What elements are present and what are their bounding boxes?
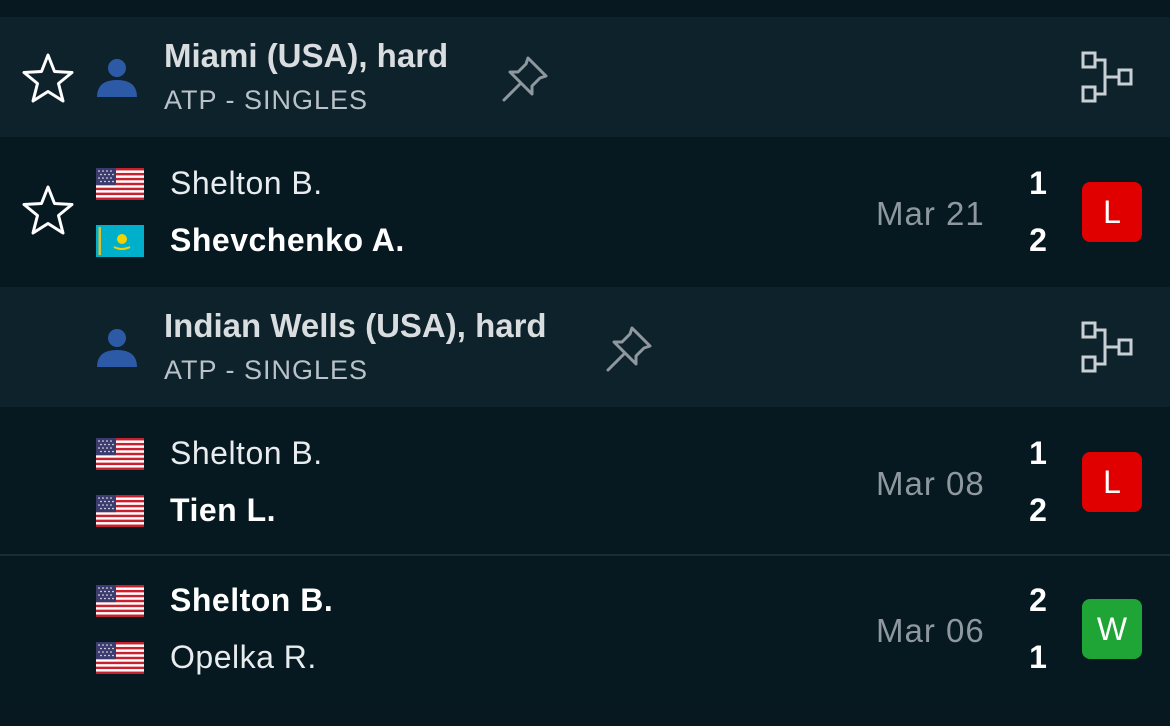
usa-flag-icon	[96, 438, 144, 470]
pin-icon[interactable]	[498, 52, 552, 106]
player-away-name: Tien L.	[170, 492, 277, 528]
tournament-header-indian-wells[interactable]: Indian Wells (USA), hard ATP - SINGLES	[0, 287, 1170, 407]
usa-flag-icon	[96, 585, 144, 617]
star-icon[interactable]	[20, 183, 76, 239]
match-date: Mar 21	[876, 195, 985, 232]
tournament-name[interactable]: Miami (USA), hard	[164, 37, 448, 75]
pin-icon[interactable]	[602, 322, 656, 376]
bracket-icon[interactable]	[1077, 47, 1137, 107]
usa-flag-icon	[96, 495, 144, 527]
tournament-category: ATP - SINGLES	[164, 355, 369, 385]
tournament-header-miami[interactable]: Miami (USA), hard ATP - SINGLES	[0, 17, 1170, 137]
away-score: 2	[1029, 492, 1047, 528]
result-badge: L	[1082, 182, 1142, 242]
match-row[interactable]: Shelton B. Opelka R. Mar 06 2 1 W	[0, 556, 1170, 704]
away-score: 2	[1029, 222, 1047, 258]
player-away-name: Opelka R.	[170, 639, 317, 675]
result-badge: L	[1082, 452, 1142, 512]
player-home-name: Shelton B.	[170, 165, 323, 201]
result-badge: W	[1082, 599, 1142, 659]
tournament-name[interactable]: Indian Wells (USA), hard	[164, 307, 547, 345]
match-date: Mar 08	[876, 465, 985, 502]
person-icon	[95, 55, 139, 99]
tournament-category: ATP - SINGLES	[164, 85, 369, 115]
match-row[interactable]: Shelton B. Shevchenko A. Mar 21 1 2 L	[0, 137, 1170, 287]
home-score: 1	[1029, 435, 1047, 471]
kazakhstan-flag-icon	[96, 225, 144, 257]
player-home-name: Shelton B.	[170, 582, 334, 618]
bracket-icon[interactable]	[1077, 317, 1137, 377]
match-date: Mar 06	[876, 612, 985, 649]
person-icon	[95, 325, 139, 369]
match-row[interactable]: Shelton B. Tien L. Mar 08 1 2 L	[0, 407, 1170, 554]
home-score: 1	[1029, 165, 1047, 201]
usa-flag-icon	[96, 168, 144, 200]
away-score: 1	[1029, 639, 1047, 675]
player-away-name: Shevchenko A.	[170, 222, 405, 258]
usa-flag-icon	[96, 642, 144, 674]
player-home-name: Shelton B.	[170, 435, 323, 471]
home-score: 2	[1029, 582, 1047, 618]
star-icon[interactable]	[20, 51, 76, 107]
